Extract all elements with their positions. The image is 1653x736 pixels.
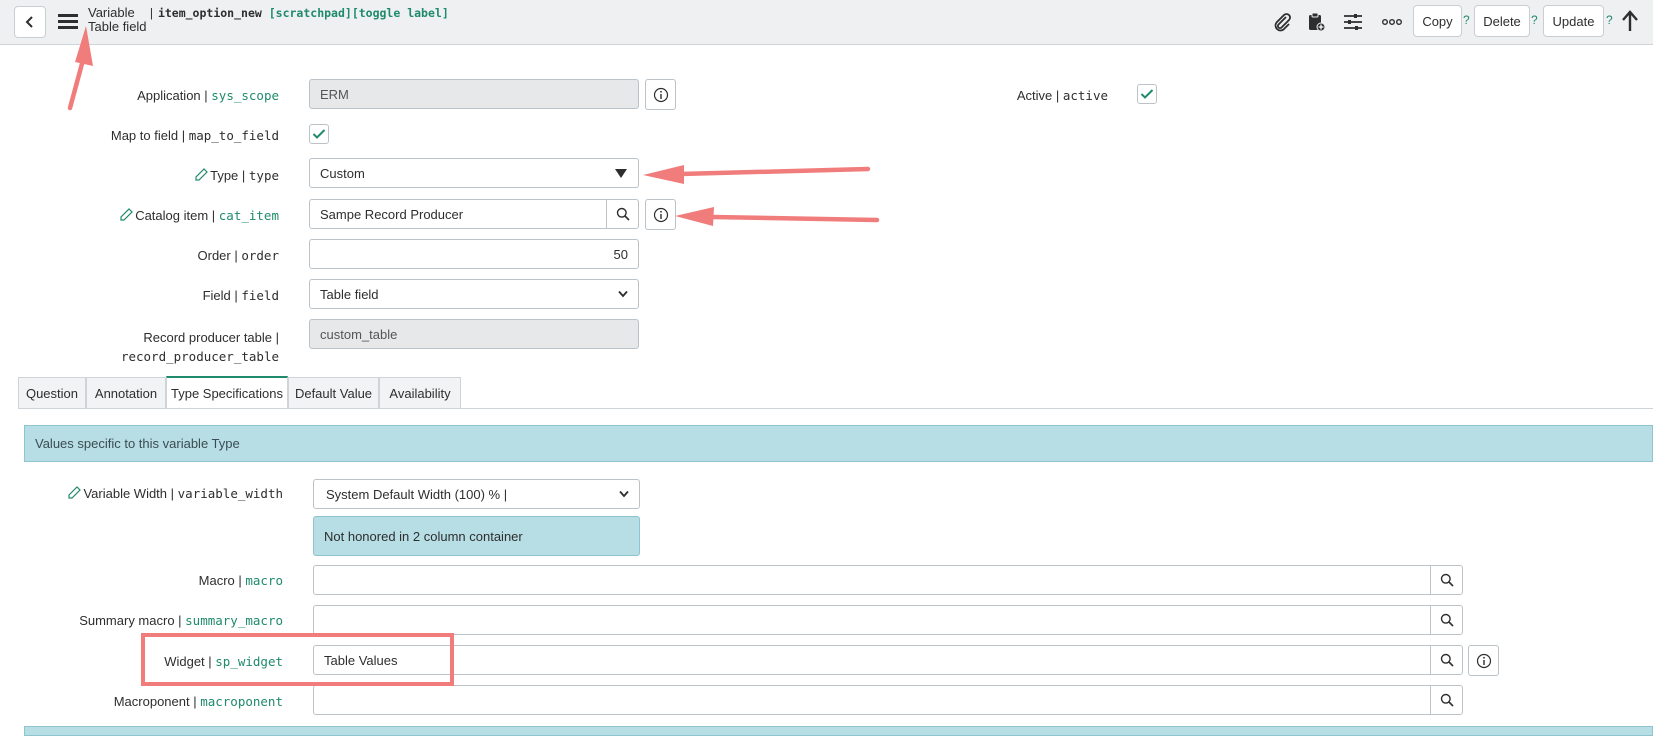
annotation-arrow-title bbox=[67, 26, 93, 111]
annotation-arrow-catalog-item bbox=[675, 207, 880, 226]
annotation-box-widget bbox=[141, 633, 454, 686]
annotation-overlay bbox=[67, 26, 880, 686]
annotation-arrow-type bbox=[643, 165, 871, 184]
